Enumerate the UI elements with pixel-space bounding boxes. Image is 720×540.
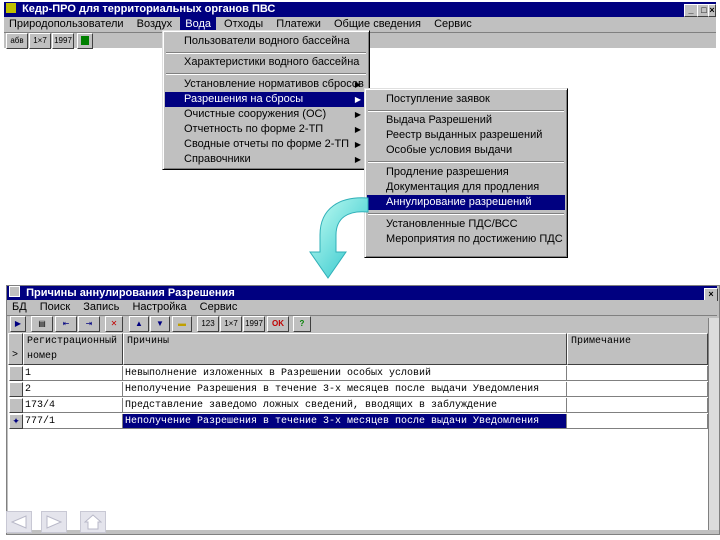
toolbar-down-button[interactable]: ▼ xyxy=(150,316,170,332)
child-menubar: БД Поиск Запись Настройка Сервис xyxy=(7,300,717,316)
water-menu-item-users[interactable]: Пользователи водного бассейна xyxy=(165,34,367,49)
cell-reg-number[interactable]: 2 xyxy=(23,382,123,397)
water-menu-item-summary-reports[interactable]: Сводные отчеты по форме 2-ТП ▶ xyxy=(165,137,367,152)
water-menu-item-norms[interactable]: Установление нормативов сбросов ▶ xyxy=(165,77,367,92)
permits-item-special-conditions[interactable]: Особые условия выдачи xyxy=(367,143,565,158)
water-menu-item-treatment[interactable]: Очистные сооружения (ОС) ▶ xyxy=(165,107,367,122)
row-selector[interactable] xyxy=(9,398,23,413)
toolbar-field-button[interactable]: ▬ xyxy=(172,316,192,332)
app-titlebar: Кедр-ПРО для территориальных органов ПВС… xyxy=(4,2,716,17)
cell-note[interactable] xyxy=(567,414,708,429)
submenu-arrow-icon: ▶ xyxy=(354,140,361,149)
submenu-arrow-icon: ▶ xyxy=(354,95,361,104)
submenu-arrow-icon: ▶ xyxy=(354,110,361,119)
close-button[interactable]: × xyxy=(708,4,716,17)
child-window-icon xyxy=(9,286,20,297)
column-header-reasons[interactable]: Причины xyxy=(123,333,567,365)
toolbar-help-button[interactable]: ? xyxy=(293,316,311,332)
vertical-scrollbar[interactable] xyxy=(708,318,719,530)
row-selector[interactable] xyxy=(9,382,23,397)
water-menu-item-reports[interactable]: Отчетность по форме 2-ТП ▶ xyxy=(165,122,367,137)
home-icon xyxy=(84,514,102,530)
nav-back-button[interactable] xyxy=(6,511,32,533)
child-menu-record[interactable]: Запись xyxy=(78,300,124,315)
toolbar-grid-button[interactable]: 1×7 xyxy=(220,316,242,332)
toolbar-text-button[interactable]: абв xyxy=(6,33,28,49)
permits-submenu: Поступление заявок Выдача Разрешений Рее… xyxy=(364,88,568,258)
cell-reg-number[interactable]: 173/4 xyxy=(23,398,123,413)
submenu-arrow-icon: ▶ xyxy=(354,80,361,89)
child-menu-db[interactable]: БД xyxy=(7,300,32,315)
row-selector[interactable] xyxy=(9,366,23,381)
minimize-button[interactable]: _ xyxy=(684,4,698,17)
nav-home-button[interactable] xyxy=(80,511,106,533)
cell-note[interactable] xyxy=(567,398,708,413)
column-header-reg-number[interactable]: Регистрационный номер xyxy=(23,333,123,365)
child-menu-search[interactable]: Поиск xyxy=(35,300,75,315)
nav-forward-button[interactable] xyxy=(41,511,67,533)
app-title: Кедр-ПРО для территориальных органов ПВС xyxy=(22,3,276,15)
permits-item-extension[interactable]: Продление разрешения xyxy=(367,165,565,180)
cell-note[interactable] xyxy=(567,382,708,397)
cell-reason[interactable]: Представление заведомо ложных сведений, … xyxy=(123,398,567,413)
cell-reason[interactable]: Неполучение Разрешения в течение 3-х мес… xyxy=(123,414,567,429)
toolbar-run-button[interactable]: ▶ xyxy=(10,316,26,332)
door-icon xyxy=(81,36,89,45)
toolbar-year-button[interactable]: 1997 xyxy=(243,316,265,332)
toolbar-numbers-button[interactable]: 123 xyxy=(197,316,219,332)
row-selector[interactable]: ✦ xyxy=(9,414,23,429)
submenu-arrow-icon: ▶ xyxy=(354,125,361,134)
child-window-title: Причины аннулирования Разрешения xyxy=(26,287,235,299)
permits-item-cancellation[interactable]: Аннулирование разрешений xyxy=(367,195,565,210)
submenu-arrow-icon: ▶ xyxy=(354,155,361,164)
app-icon xyxy=(6,3,16,13)
toolbar-delete-button[interactable]: ✕ xyxy=(105,316,123,332)
permits-item-extension-docs[interactable]: Документация для продления xyxy=(367,180,565,195)
cell-reg-number[interactable]: 1 xyxy=(23,366,123,381)
toolbar-first-button[interactable]: ⇤ xyxy=(55,316,77,332)
header-indicator: > xyxy=(8,333,23,365)
toolbar-ok-button[interactable]: OK xyxy=(267,316,289,332)
cell-reg-number[interactable]: 777/1 xyxy=(23,414,123,429)
menu-service[interactable]: Сервис xyxy=(429,17,477,32)
column-header-notes[interactable]: Примечание xyxy=(567,333,708,365)
toolbar-table-button[interactable]: ▤ xyxy=(31,316,53,332)
water-menu-item-references[interactable]: Справочники ▶ xyxy=(165,152,367,167)
back-arrow-icon xyxy=(10,515,27,529)
water-menu: Пользователи водного бассейна Характерис… xyxy=(162,30,370,170)
toolbar-last-button[interactable]: ⇥ xyxy=(78,316,100,332)
menu-nature-users[interactable]: Природопользователи xyxy=(4,17,129,32)
permits-item-registry[interactable]: Реестр выданных разрешений xyxy=(367,128,565,143)
toolbar-grid-button[interactable]: 1×7 xyxy=(29,33,51,49)
toolbar-exit-button[interactable] xyxy=(77,33,93,49)
curved-arrow-icon xyxy=(309,197,369,279)
permits-item-issue[interactable]: Выдача Разрешений xyxy=(367,113,565,128)
permits-item-established-limits[interactable]: Установленные ПДС/ВСС xyxy=(367,217,565,232)
permits-item-applications[interactable]: Поступление заявок xyxy=(367,92,565,107)
water-menu-item-characteristics[interactable]: Характеристики водного бассейна xyxy=(165,55,367,70)
cell-reason[interactable]: Невыполнение изложенных в Разрешении осо… xyxy=(123,366,567,381)
cell-note[interactable] xyxy=(567,366,708,381)
child-menu-settings[interactable]: Настройка xyxy=(127,300,191,315)
child-toolbar: ▶ ▤ ⇤ ⇥ ✕ ▲ ▼ ▬ 123 1×7 1997 OK ? xyxy=(7,316,717,332)
water-menu-item-permits[interactable]: Разрешения на сбросы ▶ xyxy=(165,92,367,107)
toolbar-up-button[interactable]: ▲ xyxy=(129,316,149,332)
forward-arrow-icon xyxy=(46,515,63,529)
child-titlebar: Причины аннулирования Разрешения × xyxy=(7,286,718,301)
toolbar-year-button[interactable]: 1997 xyxy=(52,33,74,49)
child-menu-service[interactable]: Сервис xyxy=(195,300,243,315)
permits-item-measures[interactable]: Мероприятия по достижению ПДС xyxy=(367,232,565,247)
cell-reason[interactable]: Неполучение Разрешения в течение 3-х мес… xyxy=(123,382,567,397)
